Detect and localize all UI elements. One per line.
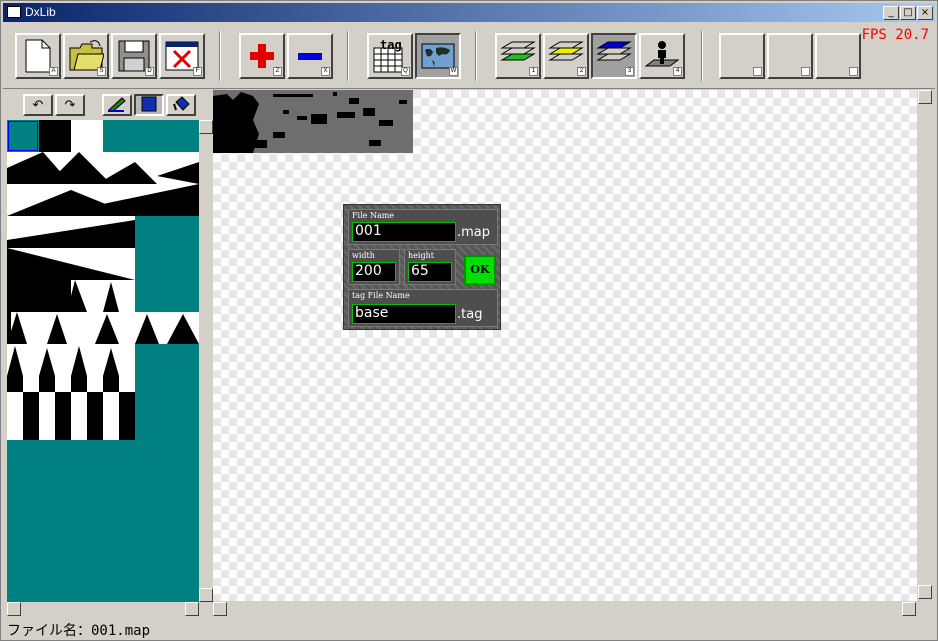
tag-button[interactable]: tag Q <box>367 33 413 79</box>
map-canvas[interactable] <box>213 90 917 601</box>
file-name-input[interactable]: 001 <box>352 222 456 242</box>
new-file-button[interactable]: A <box>15 33 61 79</box>
ok-button[interactable]: OK <box>464 255 496 285</box>
scroll-down-button[interactable] <box>199 588 213 602</box>
palette-vertical-scrollbar[interactable] <box>199 120 213 602</box>
close-button[interactable]: × <box>917 6 933 20</box>
key-hint: A <box>49 67 58 76</box>
add-button[interactable]: Z <box>239 33 285 79</box>
tile-palette-panel: ↶ ↷ <box>3 90 213 617</box>
world-map-button[interactable]: W <box>415 33 461 79</box>
layer-3-button[interactable]: 3 <box>591 33 637 79</box>
rect-tool-button[interactable] <box>134 94 164 116</box>
open-file-button[interactable]: S <box>63 33 109 79</box>
empty-slot-button[interactable] <box>767 33 813 79</box>
canvas-vertical-scrollbar[interactable] <box>917 90 934 601</box>
key-hint: F <box>193 67 202 76</box>
height-group: height 65 <box>404 249 456 285</box>
key-hint: X <box>321 67 330 76</box>
tag-file-name-label: tag File Name <box>352 291 410 300</box>
maximize-button[interactable]: □ <box>900 6 916 20</box>
width-label: width <box>352 251 375 260</box>
toolbar-separator <box>347 31 349 81</box>
key-hint: 4 <box>673 67 682 76</box>
file-name-group: File Name 001 .map <box>348 209 498 245</box>
toolbar-separator <box>219 31 221 81</box>
redo-button[interactable]: ↷ <box>55 94 85 116</box>
tag-file-name-input[interactable]: base <box>352 304 456 324</box>
file-ext-label: .map <box>457 225 491 240</box>
key-hint: S <box>97 67 106 76</box>
close-file-button[interactable]: F <box>159 33 205 79</box>
key-hint: Z <box>273 67 282 76</box>
fps-counter: FPS 20.7 <box>861 27 929 43</box>
key-hint: 3 <box>625 67 634 76</box>
file-name-label: File Name <box>352 211 395 220</box>
width-input[interactable]: 200 <box>352 262 396 282</box>
status-file-name: ファイル名：001.map <box>7 623 151 639</box>
scroll-right-button[interactable] <box>902 602 916 616</box>
toolbar-separator <box>701 31 703 81</box>
scroll-down-button[interactable] <box>918 585 932 599</box>
window-title: DxLib <box>25 5 56 19</box>
empty-slot-button[interactable] <box>815 33 861 79</box>
toolbar-separator <box>475 31 477 81</box>
layer-2-button[interactable]: 2 <box>543 33 589 79</box>
scroll-left-button[interactable] <box>7 602 21 616</box>
empty-slot-button[interactable] <box>719 33 765 79</box>
key-hint: W <box>449 67 458 76</box>
key-hint: D <box>145 67 154 76</box>
map-preview[interactable] <box>213 90 413 153</box>
title-bar[interactable]: DxLib _ □ × <box>3 3 935 22</box>
scroll-up-button[interactable] <box>918 90 932 104</box>
paint-bucket-icon <box>173 96 190 111</box>
scroll-right-button[interactable] <box>185 602 199 616</box>
layer-1-button[interactable]: 1 <box>495 33 541 79</box>
filled-square-icon <box>141 96 157 112</box>
app-icon <box>7 6 21 18</box>
key-hint: 1 <box>529 67 538 76</box>
palette-horizontal-scrollbar[interactable] <box>7 602 199 616</box>
layer-4-button[interactable]: 4 <box>639 33 685 79</box>
key-hint: 2 <box>577 67 586 76</box>
undo-icon: ↶ <box>32 97 44 112</box>
new-map-dialog: File Name 001 .map width 200 height 65 O… <box>343 204 501 330</box>
pencil-icon <box>108 97 126 113</box>
remove-button[interactable]: X <box>287 33 333 79</box>
tileset-image <box>7 120 199 602</box>
map-preview-image <box>213 90 413 153</box>
key-hint: Q <box>401 67 410 76</box>
key-hint <box>801 67 810 76</box>
height-input[interactable]: 65 <box>408 262 452 282</box>
status-bar: ファイル名：001.map <box>3 618 935 640</box>
tile-palette[interactable] <box>7 120 199 602</box>
selected-tile <box>8 121 38 151</box>
toolbar: A S D F Z X tag Q W 1 2 3 4 FPS 20.7 <box>3 23 935 89</box>
pen-tool-button[interactable] <box>102 94 132 116</box>
canvas-horizontal-scrollbar[interactable] <box>213 601 917 617</box>
tag-file-name-group: tag File Name base .tag <box>348 289 498 327</box>
fill-tool-button[interactable] <box>166 94 196 116</box>
key-hint <box>849 67 858 76</box>
width-group: width 200 <box>348 249 400 285</box>
save-file-button[interactable]: D <box>111 33 157 79</box>
app-window: DxLib _ □ × A S D F Z X tag Q W 1 2 3 4 … <box>0 0 938 641</box>
scroll-up-button[interactable] <box>199 120 213 134</box>
redo-icon: ↷ <box>64 97 76 112</box>
height-label: height <box>408 251 434 260</box>
minimize-button[interactable]: _ <box>883 6 899 20</box>
key-hint <box>753 67 762 76</box>
tag-label: tag <box>380 38 402 52</box>
scroll-left-button[interactable] <box>213 602 227 616</box>
undo-button[interactable]: ↶ <box>23 94 53 116</box>
tag-ext-label: .tag <box>457 307 483 322</box>
